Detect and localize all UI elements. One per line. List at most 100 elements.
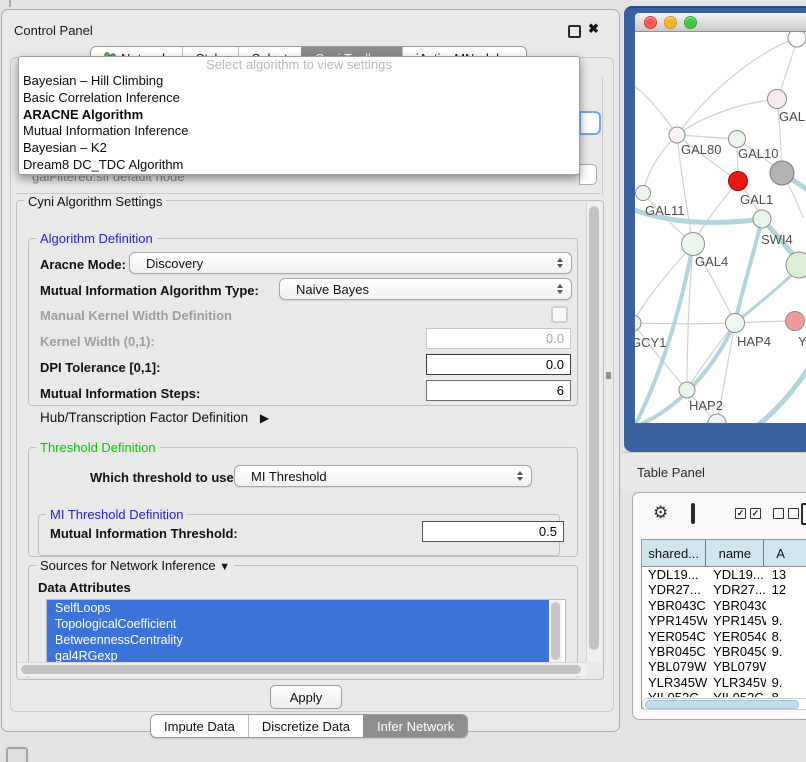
float-panel-icon[interactable] bbox=[568, 25, 581, 38]
table-panel-header: Table Panel bbox=[622, 452, 806, 491]
deselect-all-columns-icon[interactable] bbox=[773, 508, 799, 519]
network-edge[interactable] bbox=[643, 135, 677, 193]
network-edge[interactable] bbox=[635, 323, 735, 324]
algorithm-option[interactable]: Basic Correlation Inference bbox=[19, 90, 579, 107]
attribute-list-item[interactable]: BetweennessCentrality bbox=[47, 632, 557, 648]
table-cell: YIL052C bbox=[642, 690, 707, 697]
column-header[interactable]: name bbox=[706, 540, 764, 566]
column-header[interactable]: A bbox=[764, 540, 806, 566]
table-cell: YLR345W bbox=[642, 675, 707, 690]
attribute-list-item[interactable]: SelfLoops bbox=[47, 600, 557, 616]
which-threshold-combobox[interactable]: MI Threshold bbox=[234, 465, 532, 487]
table-cell: YDR27... bbox=[642, 582, 707, 597]
network-node[interactable] bbox=[753, 210, 771, 228]
zoom-traffic-light-icon[interactable] bbox=[684, 16, 697, 29]
kernel-width-label: Kernel Width (0,1): bbox=[40, 334, 155, 349]
manual-kernel-checkbox[interactable] bbox=[551, 306, 568, 323]
network-node-gal4[interactable] bbox=[682, 233, 705, 256]
mi-steps-field[interactable]: 6 bbox=[426, 380, 571, 401]
network-node[interactable] bbox=[788, 32, 806, 47]
attribute-list-item[interactable]: TopologicalCoefficient bbox=[47, 616, 557, 632]
table-cell: YBR043C bbox=[707, 598, 766, 613]
table-row[interactable]: YER054CYER054C8. bbox=[642, 629, 806, 644]
network-window-titlebar[interactable] bbox=[635, 13, 806, 32]
close-panel-icon[interactable]: ✖ bbox=[588, 21, 599, 37]
algorithm-option[interactable]: Dream8 DC_TDC Algorithm bbox=[19, 157, 579, 174]
settings-horizontal-scrollbar[interactable] bbox=[18, 662, 586, 676]
minimized-panel-icon[interactable] bbox=[6, 747, 28, 762]
kernel-width-field[interactable]: 0.0 bbox=[426, 328, 571, 349]
tab-label: Infer Network bbox=[377, 719, 454, 734]
node-attribute-table: shared...nameA YDL19...YDL19...13YDR27..… bbox=[641, 539, 806, 709]
table-panel-title: Table Panel bbox=[637, 465, 705, 480]
mi-threshold-field[interactable]: 0.5 bbox=[422, 521, 564, 542]
table-cell: 8. bbox=[766, 629, 806, 644]
network-node-y[interactable] bbox=[786, 312, 805, 331]
table-row[interactable]: YLR345WYLR345W9. bbox=[642, 675, 806, 690]
algorithm-option[interactable]: ARACNE Algorithm bbox=[19, 107, 579, 124]
table-cell: YPR145W bbox=[642, 613, 707, 628]
mi-type-value: Naive Bayes bbox=[296, 282, 369, 297]
table-row[interactable]: YBR043CYBR043C bbox=[642, 598, 806, 613]
table-row[interactable]: YBR045CYBR045C9. bbox=[642, 644, 806, 659]
network-node-swi4[interactable] bbox=[786, 252, 806, 278]
select-all-columns-icon[interactable]: ✓✓ bbox=[735, 508, 761, 519]
mi-algorithm-type-combobox[interactable]: Naive Bayes bbox=[279, 278, 572, 300]
hub-definition-toggle[interactable]: Hub/Transcription Factor Definition ▶ bbox=[40, 410, 269, 425]
aracne-mode-label: Aracne Mode: bbox=[40, 257, 126, 272]
node-label: HAP4 bbox=[737, 334, 771, 349]
algorithm-option[interactable]: Mutual Information Inference bbox=[19, 123, 579, 140]
table-row[interactable]: YDR27...YDR27...12 bbox=[642, 582, 806, 597]
network-node-hap2[interactable] bbox=[679, 382, 695, 398]
network-node-gal[interactable] bbox=[768, 90, 787, 109]
mi-threshold-group-title: MI Threshold Definition bbox=[46, 507, 187, 522]
data-attributes-list[interactable]: SelfLoopsTopologicalCoefficientBetweenne… bbox=[46, 599, 566, 669]
table-cell: YER054C bbox=[707, 629, 766, 644]
table-cell: YLR345W bbox=[707, 675, 766, 690]
network-edge[interactable] bbox=[635, 82, 677, 135]
network-node-gal11[interactable] bbox=[636, 186, 651, 201]
function-builder-icon[interactable] bbox=[801, 503, 806, 525]
network-edge[interactable] bbox=[635, 323, 687, 390]
apply-button[interactable]: Apply bbox=[270, 685, 342, 709]
column-header[interactable]: shared... bbox=[642, 540, 706, 566]
tab-impute-data[interactable]: Impute Data bbox=[151, 715, 248, 737]
network-node-gcy1[interactable] bbox=[635, 315, 641, 331]
minimize-traffic-light-icon[interactable] bbox=[664, 16, 677, 29]
table-settings-gear-icon[interactable]: ⚙ bbox=[653, 504, 668, 521]
splitter-handle[interactable] bbox=[606, 372, 611, 379]
node-label: GCY1 bbox=[635, 335, 666, 350]
network-node[interactable] bbox=[770, 161, 794, 185]
show-columns-icon[interactable] bbox=[691, 503, 695, 524]
combo-arrows-icon bbox=[557, 284, 563, 294]
table-row[interactable]: YIL052CYIL052C8. bbox=[642, 690, 806, 697]
network-node-gal80[interactable] bbox=[669, 127, 685, 143]
table-cell: YBR043C bbox=[642, 598, 707, 613]
aracne-mode-combobox[interactable]: Discovery bbox=[129, 252, 572, 274]
network-node-gal10[interactable] bbox=[729, 131, 746, 148]
network-edge[interactable] bbox=[757, 364, 806, 423]
hidden-combobox-fragment bbox=[579, 164, 597, 185]
expanded-arrow-icon: ▼ bbox=[219, 561, 230, 573]
network-node-hap4[interactable] bbox=[726, 314, 745, 333]
dpi-tolerance-field[interactable]: 0.0 bbox=[426, 354, 571, 375]
table-cell: YBL079W bbox=[642, 659, 707, 674]
table-row[interactable]: YDL19...YDL19...13 bbox=[642, 567, 806, 582]
tab-infer-network[interactable]: Infer Network bbox=[363, 715, 467, 737]
network-canvas[interactable]: GALGAL80GAL10GAL1GAL11SWI4GAL4GCY1HAP4YH… bbox=[635, 32, 806, 423]
sources-group-title[interactable]: Sources for Network Inference ▼ bbox=[36, 558, 234, 573]
tab-discretize-data[interactable]: Discretize Data bbox=[248, 715, 363, 737]
network-edge[interactable] bbox=[677, 135, 737, 139]
algorithm-option[interactable]: Bayesian – K2 bbox=[19, 140, 579, 157]
attributes-list-scrollbar[interactable] bbox=[549, 600, 562, 666]
table-row[interactable]: YPR145WYPR145W9. bbox=[642, 613, 806, 628]
close-traffic-light-icon[interactable] bbox=[644, 16, 657, 29]
settings-vertical-scrollbar[interactable] bbox=[586, 202, 601, 662]
algorithm-option[interactable]: Bayesian – Hill Climbing bbox=[19, 73, 579, 90]
table-horizontal-scrollbar[interactable] bbox=[642, 698, 806, 710]
table-cell: YPR145W bbox=[707, 613, 766, 628]
table-header-row: shared...nameA bbox=[642, 540, 806, 567]
network-edge[interactable] bbox=[735, 219, 762, 323]
table-row[interactable]: YBL079WYBL079W bbox=[642, 659, 806, 674]
network-node-gal1[interactable] bbox=[729, 172, 748, 191]
